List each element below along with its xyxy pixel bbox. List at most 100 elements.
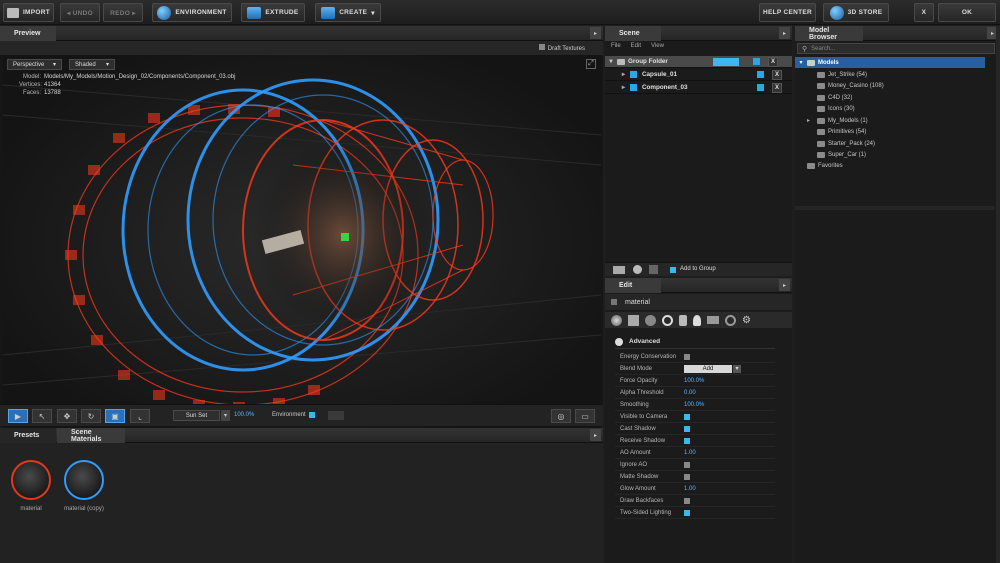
sun-preset-dropdown[interactable]: Sun Set	[173, 410, 220, 421]
redo-button[interactable]: REDO ▸	[103, 3, 143, 22]
property-checkbox[interactable]	[684, 413, 690, 420]
tab-model-browser[interactable]: Model Browser	[795, 26, 863, 41]
tab-presets[interactable]: Presets	[0, 428, 56, 443]
environment-color-swatch[interactable]	[328, 411, 344, 420]
3d-viewport[interactable]: Perspective ▾ Shaded ▾ Model: Models/My_Mod…	[3, 55, 601, 431]
collapse-arrow-icon[interactable]: ▸	[779, 279, 790, 291]
menu-view[interactable]: View	[651, 43, 664, 49]
advanced-icon[interactable]	[662, 314, 673, 326]
collapse-arrow-icon[interactable]: ▸	[590, 429, 601, 441]
reflection-icon[interactable]	[645, 314, 656, 326]
3d-store-button[interactable]: 3D STORE	[823, 3, 889, 22]
property-row[interactable]: Draw Backfaces	[615, 495, 775, 507]
monitor-icon[interactable]: ▭	[575, 409, 595, 423]
property-row[interactable]: Smoothing 100.0%	[615, 399, 775, 411]
property-row[interactable]: Matte Shadow	[615, 471, 775, 483]
browser-folder-item[interactable]: Starter_Pack (24)	[795, 138, 985, 149]
scene-item-capsule[interactable]: ▸ Capsule_01 X	[605, 69, 792, 81]
material-icon[interactable]	[633, 265, 642, 274]
property-checkbox[interactable]	[684, 497, 690, 504]
property-row[interactable]: AO Amount 1.00	[615, 447, 775, 459]
dirt-icon[interactable]	[725, 314, 736, 326]
property-checkbox[interactable]	[684, 509, 690, 516]
expand-arrow-icon[interactable]: ▸	[807, 117, 817, 124]
tab-preview[interactable]: Preview	[0, 26, 56, 41]
visibility-icon[interactable]	[753, 58, 760, 65]
environment-checkbox[interactable]	[309, 412, 315, 418]
property-value[interactable]: 1.00	[684, 450, 696, 456]
property-row[interactable]: Alpha Threshold 0.00	[615, 387, 775, 399]
tab-scene-materials[interactable]: Scene Materials	[57, 428, 125, 443]
glass-icon[interactable]	[679, 314, 687, 326]
property-row[interactable]: Glow Amount 1.00	[615, 483, 775, 495]
property-row[interactable]: Energy Conservation	[615, 351, 775, 363]
browser-folder-item[interactable]: C4D (32)	[795, 92, 985, 103]
browser-folder-item[interactable]: Primitives (54)	[795, 127, 985, 138]
create-button[interactable]: CREATE ▾	[315, 3, 381, 22]
environment-button[interactable]: ENVIRONMENT	[152, 3, 232, 22]
help-center-button[interactable]: HELP CENTER	[759, 3, 816, 22]
property-row[interactable]: Receive Shadow	[615, 435, 775, 447]
browser-folder-item[interactable]: ▸ My_Models (1)	[795, 115, 985, 126]
select-tool-icon[interactable]: ↖	[32, 409, 52, 423]
chevron-down-icon[interactable]: ▾	[221, 410, 230, 421]
draft-textures-toggle[interactable]: Draft Textures	[538, 44, 585, 52]
advanced-section-header[interactable]: Advanced	[615, 335, 775, 349]
property-value[interactable]: 100.0%	[684, 402, 704, 408]
browser-favorites[interactable]: Favorites	[795, 160, 985, 171]
property-checkbox[interactable]	[684, 473, 690, 480]
visibility-icon[interactable]	[757, 84, 764, 91]
rotate-tool-icon[interactable]: ↻	[81, 409, 101, 423]
browser-folder-item[interactable]: Icons (30)	[795, 104, 985, 115]
sss-icon[interactable]	[707, 316, 719, 324]
property-row[interactable]: Force Opacity 100.0%	[615, 375, 775, 387]
property-checkbox[interactable]	[684, 353, 690, 360]
tab-edit[interactable]: Edit	[605, 278, 661, 293]
browser-splitter[interactable]	[795, 206, 995, 210]
general-icon[interactable]	[611, 314, 622, 326]
maximize-icon[interactable]: ⤢	[586, 59, 596, 69]
camera-mode-dropdown[interactable]: Perspective ▾	[7, 59, 62, 70]
delete-icon[interactable]: X	[772, 82, 782, 93]
collapse-arrow-icon[interactable]: ▸	[590, 27, 601, 39]
camera-tool-icon[interactable]: ▶	[8, 409, 28, 423]
render-mode-dropdown[interactable]: Shaded ▾	[69, 59, 115, 70]
material-preview-ball[interactable]	[11, 460, 51, 500]
import-button[interactable]: IMPORT	[3, 3, 54, 22]
menu-edit[interactable]: Edit	[631, 43, 641, 49]
menu-file[interactable]: File	[611, 43, 621, 49]
property-row[interactable]: Cast Shadow	[615, 423, 775, 435]
blend-mode-dropdown[interactable]: Add	[684, 364, 732, 373]
texture-icon[interactable]	[628, 314, 639, 326]
delete-icon[interactable]: X	[772, 69, 782, 80]
add-to-group-label[interactable]: Add to Group	[680, 266, 716, 272]
close-button[interactable]: X	[914, 3, 934, 22]
browser-scrollbar[interactable]	[996, 26, 1000, 563]
add-to-group-checkbox[interactable]	[670, 267, 676, 273]
property-row[interactable]: Ignore AO	[615, 459, 775, 471]
visibility-icon[interactable]	[757, 71, 764, 78]
browser-folder-item[interactable]: Super_Car (1)	[795, 150, 985, 161]
browser-root-models[interactable]: ▾ Models	[795, 57, 985, 68]
collapse-arrow-icon[interactable]: ▸	[779, 27, 790, 39]
scene-item-component[interactable]: ▸ Component_03 X	[605, 82, 792, 94]
scale-tool-icon[interactable]: ▣	[105, 409, 125, 423]
property-row[interactable]: Visible to Camera	[615, 411, 775, 423]
expand-arrow-icon[interactable]: ▸	[605, 84, 625, 91]
expand-arrow-icon[interactable]: ▸	[605, 71, 625, 78]
property-row[interactable]: Two-Sided Lighting	[615, 507, 775, 519]
property-value[interactable]: 100.0%	[684, 378, 704, 384]
expand-arrow-icon[interactable]: ▾	[795, 59, 807, 66]
duplicate-icon[interactable]	[649, 265, 658, 274]
chevron-down-icon[interactable]: ▾	[733, 364, 741, 373]
ok-button[interactable]: OK	[938, 3, 996, 22]
delete-icon[interactable]: X	[768, 56, 778, 67]
gear-icon[interactable]: ⚙	[742, 315, 753, 326]
sun-intensity-value[interactable]: 100.0%	[234, 412, 254, 418]
material-copy-preview-ball[interactable]	[64, 460, 104, 500]
layer-color-swatch[interactable]	[713, 57, 739, 66]
group-folder-row[interactable]: ▾ Group Folder X	[605, 56, 792, 68]
move-tool-icon[interactable]: ✥	[57, 409, 77, 423]
browser-folder-item[interactable]: Money_Casino (108)	[795, 81, 985, 92]
property-checkbox[interactable]	[684, 461, 690, 468]
